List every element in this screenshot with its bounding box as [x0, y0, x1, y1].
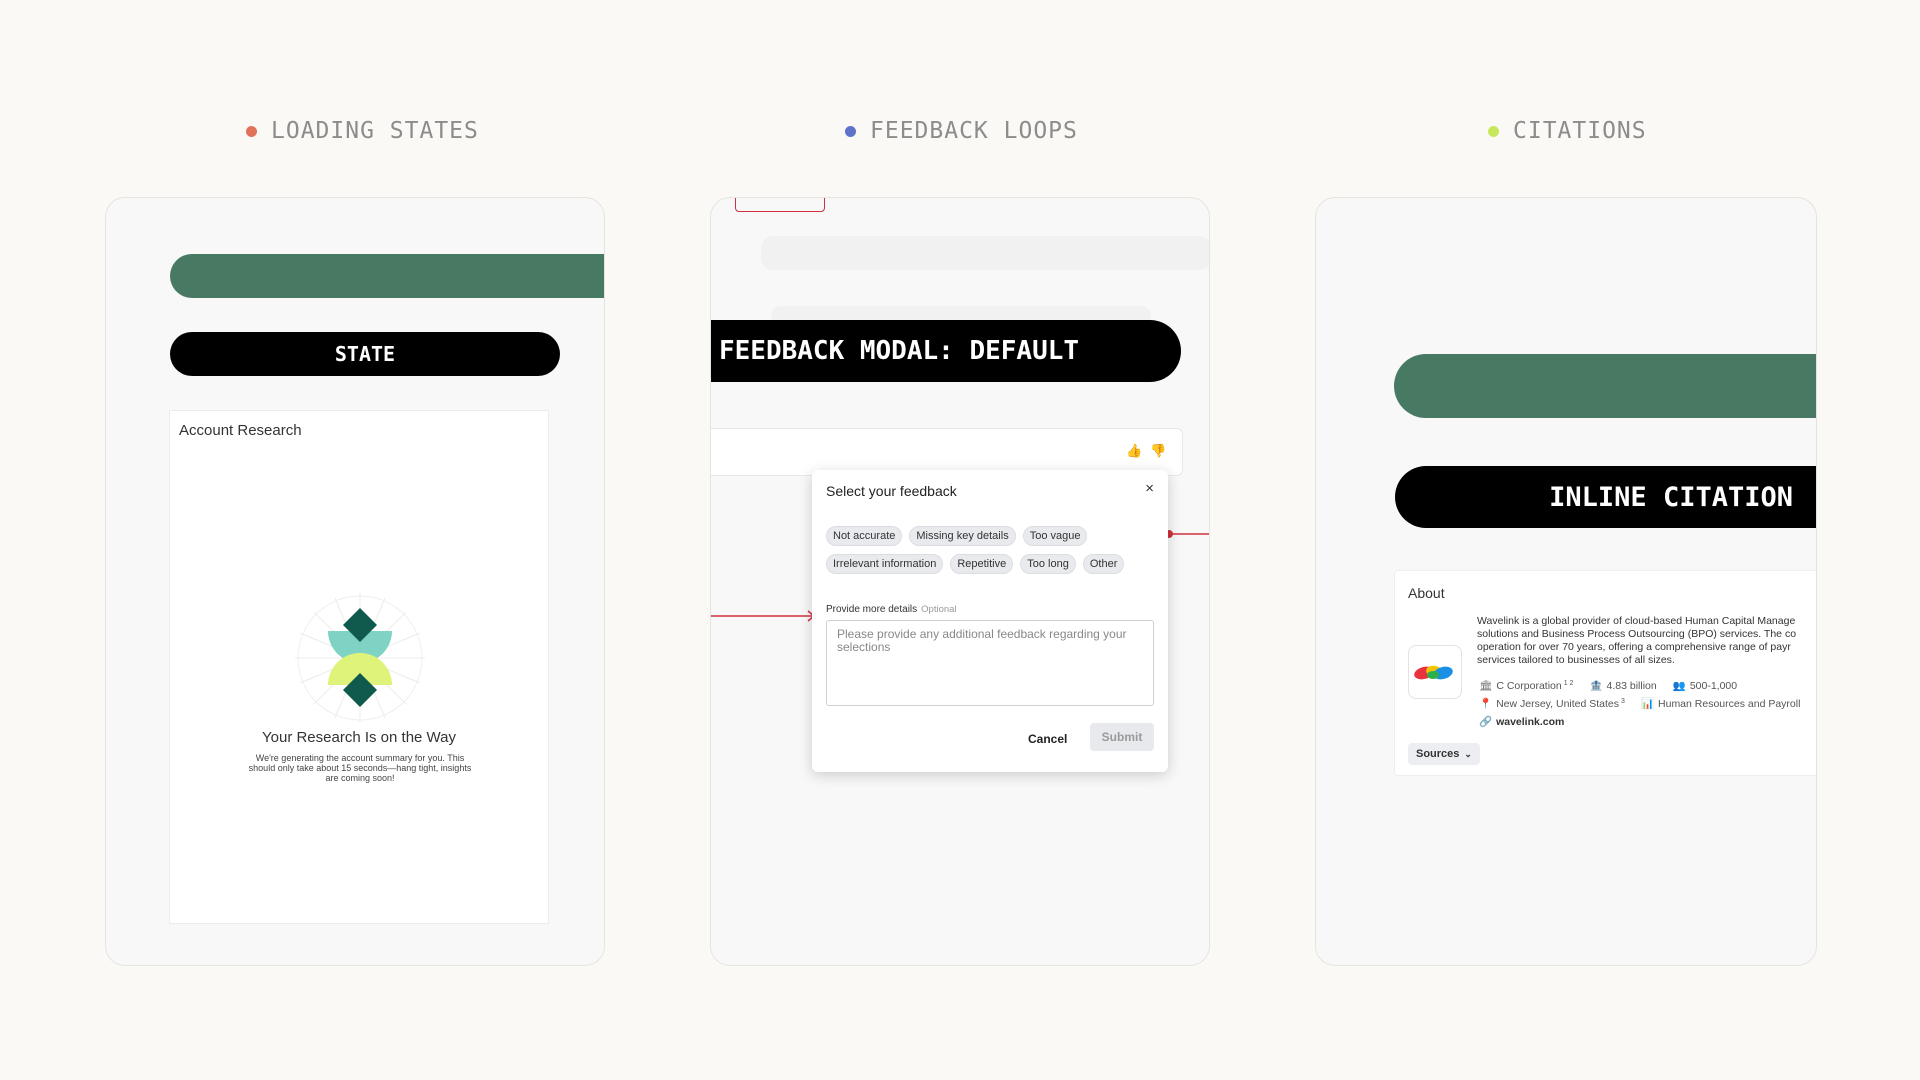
citations-panel: INLINE CITATION About Wavelink is a glob… — [1315, 197, 1817, 966]
feedback-chips: Not accurate Missing key details Too vag… — [826, 526, 1166, 574]
details-textarea[interactable]: Please provide any additional feedback r… — [826, 620, 1154, 706]
loader-emblem-icon — [295, 593, 425, 723]
red-connector-right-icon — [1165, 530, 1209, 538]
meta-row-2: 📍 New Jersey, United States 3 📊 Human Resou… — [1479, 697, 1801, 711]
green-bar — [170, 254, 604, 298]
pill-label: STATE — [334, 342, 396, 366]
details-label: Provide more details Optional — [826, 604, 957, 615]
revenue: 🏦 4.83 billion — [1589, 680, 1657, 692]
submit-button[interactable]: Submit — [1090, 723, 1154, 751]
section-heading-loading: LOADING STATES — [246, 118, 479, 144]
description-line: operation for over 70 years, offering a … — [1477, 641, 1791, 653]
section-label: CITATIONS — [1513, 118, 1647, 144]
chip-too-vague[interactable]: Too vague — [1022, 526, 1088, 546]
cancel-button[interactable]: Cancel — [1028, 732, 1067, 746]
loader-title: Your Research Is on the Way — [262, 729, 456, 746]
chart-icon: 📊 — [1640, 698, 1655, 710]
inline-citation-pill: INLINE CITATION — [1395, 466, 1816, 528]
details-label-text: Provide more details — [826, 604, 918, 615]
red-arrow-left-icon — [711, 610, 816, 622]
website-link[interactable]: 🔗 wavelink.com — [1479, 715, 1564, 728]
building-icon: 🏛 — [1479, 680, 1493, 692]
optional-hint: Optional — [921, 604, 957, 615]
sources-button[interactable]: Sources ⌄ — [1408, 743, 1480, 765]
bank-icon: 🏦 — [1589, 680, 1603, 692]
red-outline-tab — [735, 198, 825, 212]
chip-irrelevant-information[interactable]: Irrelevant information — [826, 554, 944, 574]
chip-repetitive[interactable]: Repetitive — [950, 554, 1014, 574]
chip-not-accurate[interactable]: Not accurate — [826, 526, 903, 546]
feedback-loops-panel: FEEDBACK MODAL: DEFAULT 👍 👎 Select your … — [710, 197, 1210, 966]
loading-states-panel: STATE Account Research Your Research Is … — [105, 197, 605, 966]
section-heading-citations: CITATIONS — [1488, 118, 1647, 144]
pill-label: FEEDBACK MODAL: DEFAULT — [719, 336, 1080, 366]
company-logo — [1408, 645, 1462, 699]
green-bar — [1394, 354, 1816, 418]
feedback-modal-pill: FEEDBACK MODAL: DEFAULT — [711, 320, 1181, 382]
citation-refs[interactable]: 1 2 — [1564, 680, 1574, 687]
description-line: solutions and Business Process Outsourci… — [1477, 628, 1797, 640]
chevron-down-icon: ⌄ — [1464, 748, 1472, 759]
wavelink-logo-icon — [1414, 665, 1453, 680]
meta-row-1: 🏛 C Corporation 1 2 🏦 4.83 billion 👥 500-1,0… — [1479, 679, 1738, 693]
employees: 👥 500-1,000 — [1672, 680, 1738, 692]
industry: 📊 Human Resources and Payroll — [1640, 698, 1801, 710]
state-pill: STATE — [170, 332, 560, 376]
sources-label: Sources — [1416, 748, 1460, 760]
about-description: Wavelink is a global provider of cloud-b… — [1477, 615, 1816, 667]
loading-dot — [246, 125, 257, 137]
citations-dot — [1488, 125, 1499, 137]
location: 📍 New Jersey, United States 3 — [1479, 697, 1625, 711]
citation-ref[interactable]: 3 — [1621, 698, 1625, 705]
thumbs-up-icon[interactable]: 👍 — [1126, 443, 1142, 459]
feedback-modal: Select your feedback × Not accurate Miss… — [812, 470, 1168, 772]
chip-too-long[interactable]: Too long — [1020, 554, 1076, 574]
account-research-card: Account Research Your Research Is on the… — [169, 410, 549, 924]
people-icon: 👥 — [1672, 680, 1686, 692]
chip-other[interactable]: Other — [1082, 554, 1125, 574]
section-label: FEEDBACK LOOPS — [870, 118, 1078, 144]
ghost-bar — [761, 236, 1209, 270]
chip-missing-key-details[interactable]: Missing key details — [909, 526, 1016, 546]
description-line: services tailored to businesses of all s… — [1477, 654, 1675, 666]
link-icon: 🔗 — [1479, 716, 1493, 728]
close-icon[interactable]: × — [1145, 480, 1154, 497]
loader-subtitle: We're generating the account summary for… — [248, 753, 472, 783]
card-title: Account Research — [179, 422, 302, 439]
pin-icon: 📍 — [1479, 698, 1493, 710]
about-title: About — [1408, 585, 1445, 601]
modal-title: Select your feedback — [826, 483, 957, 499]
section-label: LOADING STATES — [271, 118, 479, 144]
section-heading-feedback: FEEDBACK LOOPS — [845, 118, 1078, 144]
response-card: 👍 👎 — [711, 428, 1183, 476]
thumbs-down-icon[interactable]: 👎 — [1150, 443, 1166, 459]
pill-label: INLINE CITATION — [1549, 481, 1793, 513]
feedback-dot — [845, 125, 856, 137]
entity-type: 🏛 C Corporation 1 2 — [1479, 679, 1574, 693]
about-card: About Wavelink is a global provider of c… — [1394, 570, 1816, 776]
description-line: Wavelink is a global provider of cloud-b… — [1477, 615, 1796, 627]
meta-row-3: 🔗 wavelink.com — [1479, 715, 1564, 728]
